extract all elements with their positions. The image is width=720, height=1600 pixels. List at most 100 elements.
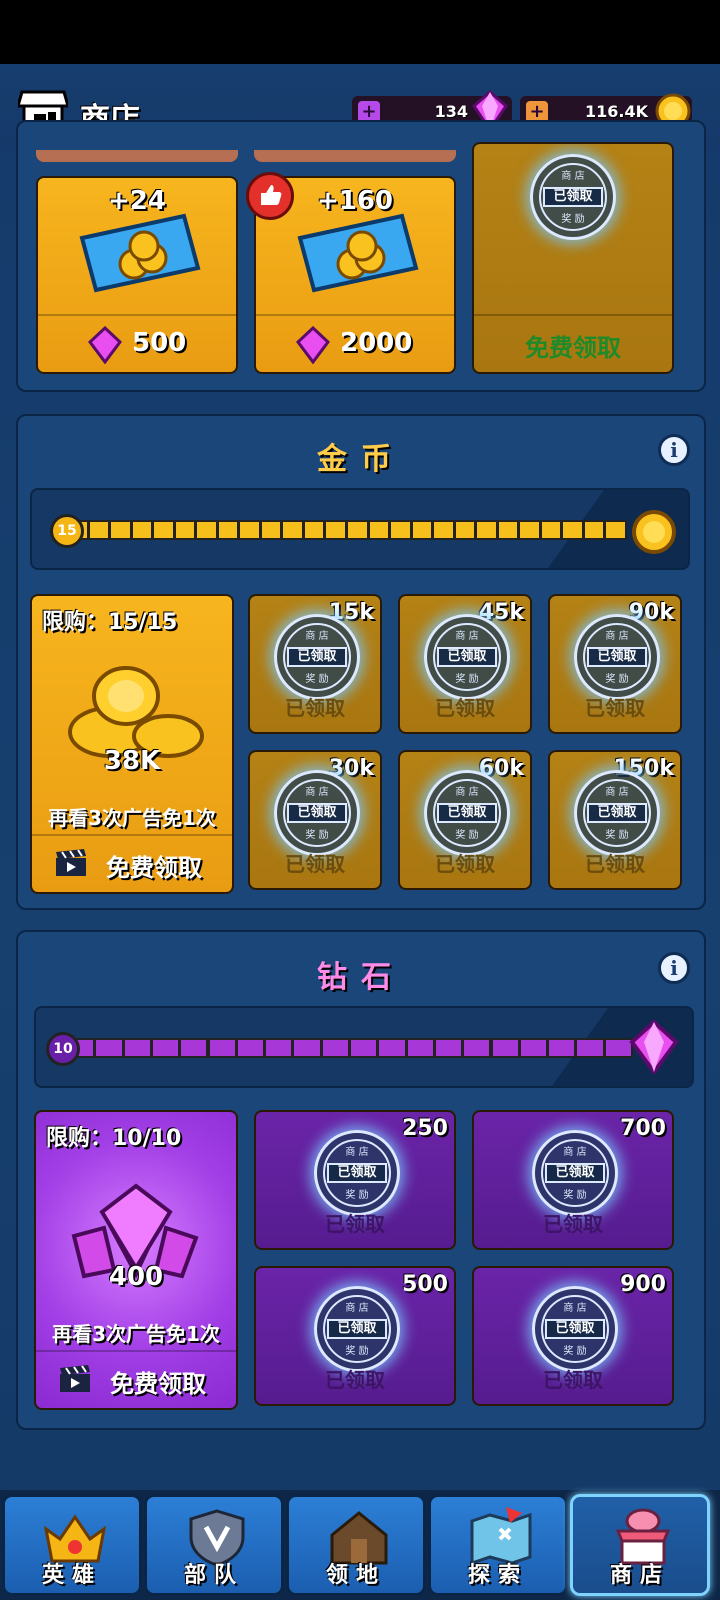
nav-heroes[interactable]: 英雄 (2, 1494, 142, 1596)
gem-featured-card[interactable]: 限购：10/10 400 再看3次广告免1次 免费领取 (34, 1110, 238, 1410)
claimed-label: 已领取 (585, 696, 645, 720)
free-claim-label: 免费领取 (525, 334, 621, 362)
nav-territory[interactable]: 领地 (286, 1494, 426, 1596)
clapperboard-icon (60, 1365, 90, 1392)
progress-segment (539, 520, 563, 540)
coin-ticket-icon (79, 213, 201, 293)
progress-segment (367, 520, 391, 540)
claimed-label: 已领取 (543, 1368, 603, 1392)
claimed-stamp-icon: 商 店已领取奖 励 (574, 614, 660, 700)
gem-tier-card[interactable]: 700 商 店已领取奖 励已领取 (472, 1110, 674, 1250)
progress-segment (320, 1038, 350, 1058)
status-bar (0, 0, 720, 64)
progress-segment (130, 520, 154, 540)
gold-section-title: 金币 (317, 442, 405, 477)
progress-segment (604, 520, 627, 540)
claimed-label: 已领取 (585, 852, 645, 876)
free-offer-card[interactable]: 商 店 已领取 奖 励 免费领取 (472, 142, 674, 374)
price-bar: 2000 (256, 314, 454, 372)
coin-ticket-offer-24[interactable]: +24 500 (36, 176, 238, 374)
progress-segment (475, 520, 498, 540)
claimed-stamp-icon: 商 店已领取奖 励 (314, 1286, 400, 1372)
bottom-nav: 英雄 部队 领地 探索 商店 (0, 1490, 720, 1600)
gem-icon (296, 326, 330, 364)
gold-featured-card[interactable]: 限购：15/15 38K 再看3次广告免1次 免费领取 (30, 594, 234, 894)
progress-segment (94, 1038, 124, 1058)
gem-icon (88, 326, 122, 364)
recommended-badge-icon (246, 172, 294, 220)
claimed-stamp-icon: 商 店 已领取 奖 励 (530, 154, 616, 240)
gem-featured-amount: 400 (108, 1262, 164, 1292)
gold-tier-card[interactable]: 90k 商 店已领取奖 励已领取 (548, 594, 682, 734)
progress-segment (150, 1038, 181, 1058)
gold-section: 金币 i 15 限购：15/15 38K 再看3次广告免1次 免费领取 15k … (16, 414, 706, 910)
nav-explore[interactable]: 探索 (428, 1494, 568, 1596)
progress-segment (109, 520, 132, 540)
progress-segment (238, 520, 261, 540)
progress-segment (561, 520, 584, 540)
gem-progress-track: 10 (34, 1006, 694, 1088)
offer-price: 2000 (340, 328, 413, 358)
claimed-stamp-icon: 商 店已领取奖 励 (274, 614, 360, 700)
progress-segment (518, 1038, 549, 1058)
progress-segment (179, 1038, 209, 1058)
progress-segment (216, 520, 240, 540)
progress-segment (122, 1038, 152, 1058)
gem-info-icon[interactable]: i (658, 952, 690, 984)
tier-amount: 900 (620, 1272, 666, 1297)
progress-segment (575, 1038, 605, 1058)
claimed-stamp-icon: 商 店已领取奖 励 (574, 770, 660, 856)
gold-info-icon[interactable]: i (658, 434, 690, 466)
coin-ticket-icon (297, 213, 419, 293)
progress-segment (377, 1038, 407, 1058)
tier-amount: 250 (402, 1116, 448, 1141)
gem-level-badge: 10 (46, 1032, 80, 1066)
claimed-label: 已领取 (285, 852, 345, 876)
progress-segment (490, 1038, 520, 1058)
progress-segment (281, 520, 304, 540)
gem-section: 钻石 i 10 限购：10/10 400 再看3次广告免1次 免费领取 250 … (16, 930, 706, 1430)
progress-segment (87, 520, 111, 540)
free-claim-bar: 免费领取 (474, 314, 672, 372)
coin-reward-icon (632, 510, 676, 554)
progress-segment (389, 520, 412, 540)
progress-segment (264, 1038, 294, 1058)
gold-purchase-limit: 限购：15/15 (42, 610, 178, 635)
gem-tier-card[interactable]: 500 商 店已领取奖 励已领取 (254, 1266, 456, 1406)
progress-segment (235, 1038, 266, 1058)
claimed-label: 已领取 (325, 1368, 385, 1392)
gold-tier-card[interactable]: 30k 商 店已领取奖 励已领取 (248, 750, 382, 890)
claimed-label: 已领取 (325, 1212, 385, 1236)
gem-section-title: 钻石 (317, 960, 405, 995)
special-offers-panel: +24 500 +160 2000 商 店 已领取 奖 励 免费领取 (16, 120, 706, 392)
progress-segment (195, 520, 218, 540)
claimed-stamp-icon: 商 店已领取奖 励 (424, 614, 510, 700)
gold-tier-card[interactable]: 45k 商 店已领取奖 励已领取 (398, 594, 532, 734)
progress-segment (346, 520, 369, 540)
gold-tier-card[interactable]: 60k 商 店已领取奖 励已领取 (398, 750, 532, 890)
claimed-label: 已领取 (543, 1212, 603, 1236)
progress-segment (547, 1038, 577, 1058)
gold-free-claim-button[interactable]: 免费领取 (32, 834, 232, 892)
app-root: 商店 + 134 + 116.4K +24 (0, 0, 720, 1600)
gold-tier-card[interactable]: 150k 商 店已领取奖 励已领取 (548, 750, 682, 890)
claimed-stamp-icon: 商 店已领取奖 励 (532, 1130, 618, 1216)
progress-segment (496, 520, 520, 540)
card-edge (36, 150, 238, 162)
progress-segment (433, 1038, 464, 1058)
gem-tier-card[interactable]: 900 商 店已领取奖 励已领取 (472, 1266, 674, 1406)
gem-tier-card[interactable]: 250 商 店已领取奖 励已领取 (254, 1110, 456, 1250)
nav-shop[interactable]: 商店 (570, 1494, 710, 1596)
claimed-label: 已领取 (285, 696, 345, 720)
progress-segment (582, 520, 606, 540)
gold-tier-card[interactable]: 15k 商 店已领取奖 励已领取 (248, 594, 382, 734)
claimed-stamp-icon: 商 店已领取奖 励 (314, 1130, 400, 1216)
gold-progress-track: 15 (30, 488, 690, 570)
progress-segment (259, 520, 283, 540)
progress-segment (207, 1038, 237, 1058)
gem-free-claim-button[interactable]: 免费领取 (36, 1350, 236, 1408)
offer-price: 500 (132, 328, 187, 358)
progress-segment (173, 520, 197, 540)
nav-troops[interactable]: 部队 (144, 1494, 284, 1596)
gem-count: 134 (434, 102, 468, 121)
